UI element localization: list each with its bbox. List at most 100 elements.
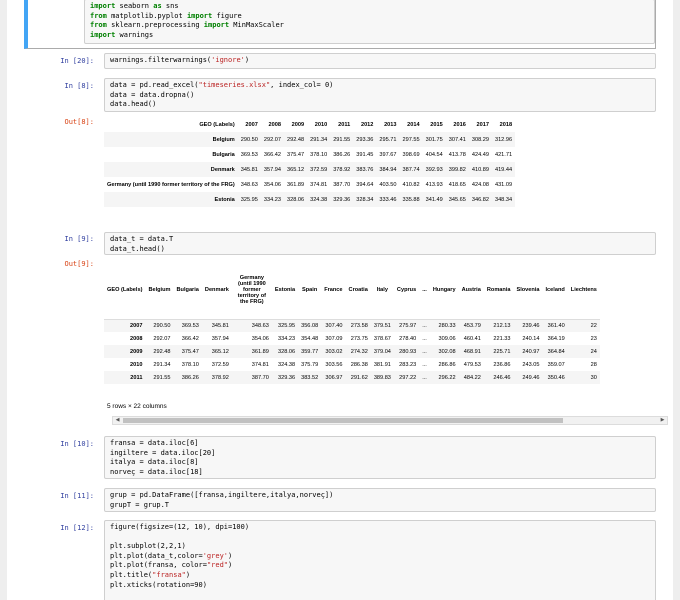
code-line: norveç = data.iloc[18] [110, 467, 203, 476]
code-cell[interactable]: In [10]: fransa = data.iloc[6] ingiltere… [24, 436, 656, 480]
column-header: Italy [376, 286, 388, 293]
table-cell: 328.34 [356, 196, 374, 203]
column-header: France [324, 286, 343, 293]
column-header: Hungary [432, 286, 456, 293]
table-cell: 283.23 [399, 361, 417, 368]
cell-input[interactable]: data_t = data.T data_t.head() [104, 232, 656, 255]
dataframe-shape: 5 rows × 22 columns [107, 403, 167, 410]
table-cell: 413.93 [425, 181, 443, 188]
column-header: 2014 [407, 122, 420, 128]
input-prompt: In [12]: [60, 524, 94, 532]
table-cell: 365.12 [286, 166, 305, 173]
table-cell: 354.06 [263, 181, 281, 188]
cell-input[interactable]: fransa = data.iloc[6] ingiltere = data.i… [104, 436, 656, 479]
scroll-left-icon[interactable]: ◀ [113, 417, 122, 424]
table-row: Estonia 325.95 334.23 328.06 324.38 329.36 328… [104, 192, 516, 207]
table-cell: 240.97 [522, 348, 540, 355]
table-cell: 369.53 [240, 151, 258, 158]
code-cell-selected[interactable]: import seaborn as sns from matplotlib.py… [24, 0, 656, 49]
table-row: Bulgaria 369.53 366.42 375.47 378.10 386.26 39… [104, 147, 515, 162]
cell-input[interactable]: figure(figsize=(12, 10), dpi=100) plt.su… [104, 520, 656, 600]
table-cell: 378.67 [373, 335, 391, 342]
table-cell: 239.46 [522, 322, 540, 329]
table-cell: 378.92 [333, 166, 351, 173]
table-cell: 221.33 [493, 335, 511, 342]
table-cell: 394.64 [356, 181, 374, 188]
code-cell[interactable]: In [12]: figure(figsize=(12, 10), dpi=10… [24, 520, 656, 600]
table-cell: 301.75 [425, 136, 443, 143]
code-cell[interactable]: In [11]: grup = pd.DataFrame([fransa,ing… [24, 488, 656, 513]
code-cell[interactable]: In [8]: data = pd.read_excel("timeseries… [24, 78, 656, 223]
table-cell: 365.12 [211, 348, 229, 355]
table-cell: 374.81 [310, 181, 328, 188]
cell-input[interactable]: data = pd.read_excel("timeseries.xlsx", … [104, 78, 656, 112]
table-cell: 308.29 [471, 136, 489, 143]
table-cell: 361.89 [251, 348, 269, 355]
table-cell: 334.23 [277, 335, 296, 342]
table-cell: 354.06 [251, 335, 269, 342]
column-header: Slovenia [516, 286, 540, 293]
table-cell: 291.55 [333, 136, 351, 143]
row-label: 2009 [129, 348, 143, 355]
table-cell: 334.23 [263, 196, 281, 203]
table-cell: 286.38 [350, 361, 368, 368]
column-header: 2011 [338, 122, 351, 128]
table-cell: 296.22 [438, 374, 456, 381]
table-cell: 341.49 [425, 196, 443, 203]
cell-input[interactable]: import seaborn as sns from matplotlib.py… [84, 0, 655, 44]
table-cell: 328.06 [286, 196, 305, 203]
row-label: 2007 [129, 322, 143, 329]
row-label: Germany (until 1990 former territory of … [107, 181, 235, 188]
column-header: 2016 [453, 122, 466, 128]
code-cell[interactable]: In [9]: data_t = data.T data_t.head() Ou… [24, 232, 668, 427]
table-cell: 391.45 [356, 151, 374, 158]
table-cell: 307.40 [325, 322, 343, 329]
table-cell: 309.06 [438, 335, 456, 342]
column-header: 2017 [476, 122, 489, 128]
table-cell: 280.33 [438, 322, 456, 329]
table-cell: 404.54 [425, 151, 443, 158]
table-cell: 366.42 [181, 335, 199, 342]
input-prompt: In [8]: [64, 82, 94, 90]
table-cell: 291.55 [153, 374, 171, 381]
code-line: data.head() [110, 100, 157, 109]
cell-input[interactable]: grup = pd.DataFrame([fransa,ingiltere,it… [104, 488, 656, 512]
table-cell: 403.50 [379, 181, 397, 188]
table-cell: 246.46 [493, 374, 511, 381]
column-header: Bulgaria [176, 286, 199, 293]
table-cell: 384.94 [379, 166, 397, 173]
table-cell: 292.48 [286, 136, 305, 143]
column-header: Austria [461, 286, 481, 293]
cell-input[interactable]: warnings.filterwarnings('ignore') [104, 53, 656, 69]
table-cell: 453.79 [463, 322, 481, 329]
table-cell: 424.49 [471, 151, 489, 158]
scroll-right-icon[interactable]: ▶ [658, 417, 667, 424]
table-cell: 357.94 [211, 335, 229, 342]
code-line: from sklearn.preprocessing import MinMax… [90, 21, 284, 30]
index-name: GEO (Labels) [107, 286, 143, 293]
table-cell: 468.91 [463, 348, 481, 355]
table-cell: 419.44 [494, 166, 513, 173]
table-cell: 386.26 [181, 374, 199, 381]
table-cell: 364.19 [547, 335, 565, 342]
column-header: Germany (until 1990 former territory of … [237, 274, 266, 305]
table-row: 2009 292.48 375.47 365.12 361.89 328.06 359.77… [104, 345, 600, 358]
table-cell: ... [422, 322, 427, 329]
horizontal-scrollbar[interactable]: ◀ ▶ [112, 416, 668, 425]
table-cell: 374.81 [251, 361, 269, 368]
table-cell: 392.93 [425, 166, 443, 173]
dataframe-table: GEO (Labels) Belgium Bulgaria Denmark German… [104, 261, 600, 384]
table-cell: ... [422, 361, 427, 368]
table-cell: 383.52 [301, 374, 319, 381]
input-prompt: In [9]: [64, 235, 94, 243]
table-cell: ... [422, 335, 427, 342]
table-cell: 24 [590, 348, 597, 355]
table-cell: 348.34 [494, 196, 513, 203]
table-cell: 372.59 [310, 166, 328, 173]
column-header: Liechtens [570, 286, 597, 293]
table-cell: 291.62 [350, 374, 368, 381]
code-cell[interactable]: In [20]: warnings.filterwarnings('ignore… [24, 53, 656, 70]
scrollbar-thumb[interactable] [123, 418, 563, 423]
table-cell: 348.63 [240, 181, 258, 188]
table-cell: 357.94 [263, 166, 281, 173]
